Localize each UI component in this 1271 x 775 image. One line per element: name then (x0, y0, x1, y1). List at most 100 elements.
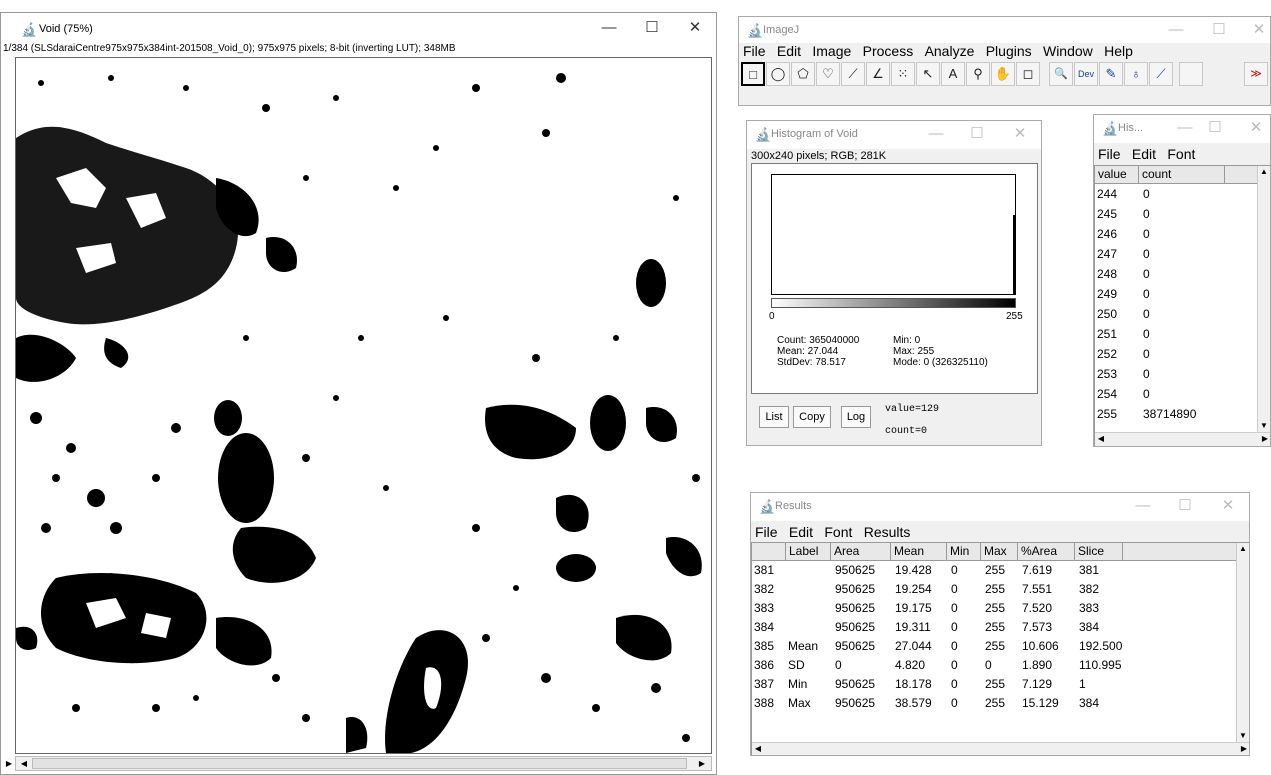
table-row[interactable]: 388 Max 950625 38.579 0 255 15.129 384 (752, 694, 1236, 713)
scroll-right-icon[interactable]: ▶ (696, 758, 708, 770)
scroll-left-icon[interactable]: ◀ (752, 743, 764, 755)
void-image-window[interactable]: 🔬 Void (75%) — ☐ ✕ 1/384 (SLSdaraiCentre… (0, 12, 717, 775)
menu-window[interactable]: Window (1039, 41, 1097, 61)
blank-tool-icon[interactable] (1179, 62, 1203, 86)
column-header-index[interactable] (752, 543, 786, 560)
dropper-tool-icon[interactable]: ◻ (1016, 62, 1040, 86)
dev-menu-icon[interactable]: Dev (1074, 62, 1098, 86)
menu-file[interactable]: File (751, 522, 782, 542)
histogram-value-table[interactable]: value count 244 0 245 0 246 0 247 0 248 0 249 0 250 0… (1094, 165, 1270, 446)
maximize-button[interactable]: ☐ (963, 124, 991, 144)
table-row[interactable]: 249 0 (1095, 284, 1255, 304)
text-tool-icon[interactable]: A (941, 62, 965, 86)
histogram-table-titlebar[interactable]: 🔬 His... — ☐ ✕ (1094, 115, 1270, 143)
horizontal-scrollbar[interactable]: ◀ ▶ (1095, 432, 1270, 446)
menu-analyze[interactable]: Analyze (921, 41, 979, 61)
log-button[interactable]: Log (841, 406, 871, 428)
results-titlebar[interactable]: 🔬 Results — ☐ ✕ (751, 493, 1249, 521)
magnifier-tool-icon[interactable]: ⚲ (966, 62, 990, 86)
table-row[interactable]: 247 0 (1095, 244, 1255, 264)
hand-tool-icon[interactable]: ✋ (991, 62, 1015, 86)
column-header-slice[interactable]: Slice (1075, 543, 1123, 560)
menu-image[interactable]: Image (808, 41, 855, 61)
table-row[interactable]: 381 950625 19.428 0 255 7.619 381 (752, 561, 1236, 580)
more-tools-icon[interactable]: ≫ (1244, 62, 1268, 86)
table-row[interactable]: 382 950625 19.254 0 255 7.551 382 (752, 580, 1236, 599)
freehand-tool-icon[interactable]: ♡ (816, 62, 840, 86)
table-row[interactable]: 384 950625 19.311 0 255 7.573 384 (752, 618, 1236, 637)
scroll-right-icon[interactable]: ▶ (1238, 743, 1249, 755)
table-row[interactable]: 246 0 (1095, 224, 1255, 244)
column-header-mean[interactable]: Mean (891, 543, 947, 560)
maximize-button[interactable]: ☐ (638, 18, 666, 38)
oval-tool-icon[interactable]: ◯ (766, 62, 790, 86)
table-row[interactable]: 385 Mean 950625 27.044 0 255 10.606 192.500 (752, 637, 1236, 656)
maximize-button[interactable]: ☐ (1171, 496, 1199, 516)
close-button[interactable]: ✕ (1242, 118, 1270, 138)
histogram-table-window[interactable]: 🔬 His... — ☐ ✕ File Edit Font value coun… (1093, 114, 1271, 447)
menu-font[interactable]: Font (1163, 144, 1199, 164)
scroll-thumb[interactable] (32, 758, 687, 769)
scroll-up-icon[interactable]: ▲ (1237, 543, 1249, 555)
table-row[interactable]: 386 SD 0 4.820 0 0 1.890 110.995 (752, 656, 1236, 675)
column-header-percent-area[interactable]: %Area (1018, 543, 1075, 560)
menu-edit[interactable]: Edit (773, 41, 805, 61)
menu-help[interactable]: Help (1100, 41, 1137, 61)
table-row[interactable]: 251 0 (1095, 324, 1255, 344)
angle-tool-icon[interactable]: ∠ (866, 62, 890, 86)
scroll-up-icon[interactable]: ▲ (1258, 166, 1270, 178)
flood-fill-tool-icon[interactable]: ⟋ (1149, 62, 1173, 86)
scroll-left-icon[interactable]: ◀ (18, 758, 30, 770)
close-button[interactable]: ✕ (1245, 20, 1270, 40)
table-row[interactable]: 248 0 (1095, 264, 1255, 284)
menu-edit[interactable]: Edit (785, 522, 817, 542)
results-window[interactable]: 🔬 Results — ☐ ✕ File Edit Font Results L… (750, 492, 1250, 756)
minimize-button[interactable]: — (1129, 496, 1157, 516)
wand-tool-icon[interactable]: ↖ (916, 62, 940, 86)
column-header-count[interactable]: count (1139, 166, 1225, 183)
table-row[interactable]: 255 38714890 (1095, 404, 1255, 424)
menu-font[interactable]: Font (820, 522, 856, 542)
polygon-tool-icon[interactable]: ⬠ (791, 62, 815, 86)
column-header-min[interactable]: Min (947, 543, 981, 560)
maximize-button[interactable]: ☐ (1205, 20, 1233, 40)
point-tool-icon[interactable]: ⁙ (891, 62, 915, 86)
imagej-titlebar[interactable]: 🔬 ImageJ — ☐ ✕ (739, 17, 1270, 43)
menu-file[interactable]: File (1094, 144, 1125, 164)
minimize-button[interactable]: — (1162, 20, 1190, 40)
line-tool-icon[interactable]: ⟋ (841, 62, 865, 86)
pencil-tool-icon[interactable]: ✎ (1099, 62, 1123, 86)
minimize-button[interactable]: — (595, 18, 623, 38)
column-header-area[interactable]: Area (831, 543, 891, 560)
void-titlebar[interactable]: 🔬 Void (75%) — ☐ ✕ (1, 13, 716, 43)
menu-edit[interactable]: Edit (1128, 144, 1160, 164)
close-button[interactable]: ✕ (681, 18, 709, 38)
horizontal-scrollbar[interactable]: ◀ ▶ (752, 742, 1249, 755)
vertical-scrollbar[interactable]: ▲ ▼ (1236, 543, 1249, 742)
slice-scrollbar[interactable]: ▶ ◀ ▶ (6, 756, 712, 771)
column-header-max[interactable]: Max (981, 543, 1018, 560)
rectangle-tool-icon[interactable]: □ (741, 62, 765, 86)
column-header-value[interactable]: value (1095, 166, 1139, 183)
table-row[interactable]: 387 Min 950625 18.178 0 255 7.129 1 (752, 675, 1236, 694)
column-header-label[interactable]: Label (786, 543, 831, 560)
menu-file[interactable]: File (739, 41, 770, 61)
table-row[interactable]: 244 0 (1095, 184, 1255, 204)
table-row[interactable]: 252 0 (1095, 344, 1255, 364)
table-row[interactable]: 383 950625 19.175 0 255 7.520 383 (752, 599, 1236, 618)
minimize-button[interactable]: — (922, 124, 950, 144)
zoom-icon[interactable]: 🔍 (1049, 62, 1073, 86)
histogram-titlebar[interactable]: 🔬 Histogram of Void — ☐ ✕ (747, 121, 1041, 149)
scroll-right-icon[interactable]: ▶ (1259, 433, 1270, 445)
results-table[interactable]: Label Area Mean Min Max %Area Slice 381 9… (751, 542, 1249, 755)
menu-process[interactable]: Process (859, 41, 918, 61)
void-image-canvas[interactable] (15, 57, 712, 754)
vertical-scrollbar[interactable]: ▲ ▼ (1257, 166, 1270, 432)
scroll-down-icon[interactable]: ▼ (1237, 730, 1249, 742)
table-row[interactable]: 254 0 (1095, 384, 1255, 404)
play-icon[interactable]: ▶ (3, 758, 15, 770)
scroll-left-icon[interactable]: ◀ (1095, 433, 1107, 445)
menu-plugins[interactable]: Plugins (982, 41, 1036, 61)
maximize-button[interactable]: ☐ (1201, 118, 1229, 138)
list-button[interactable]: List (759, 406, 789, 428)
